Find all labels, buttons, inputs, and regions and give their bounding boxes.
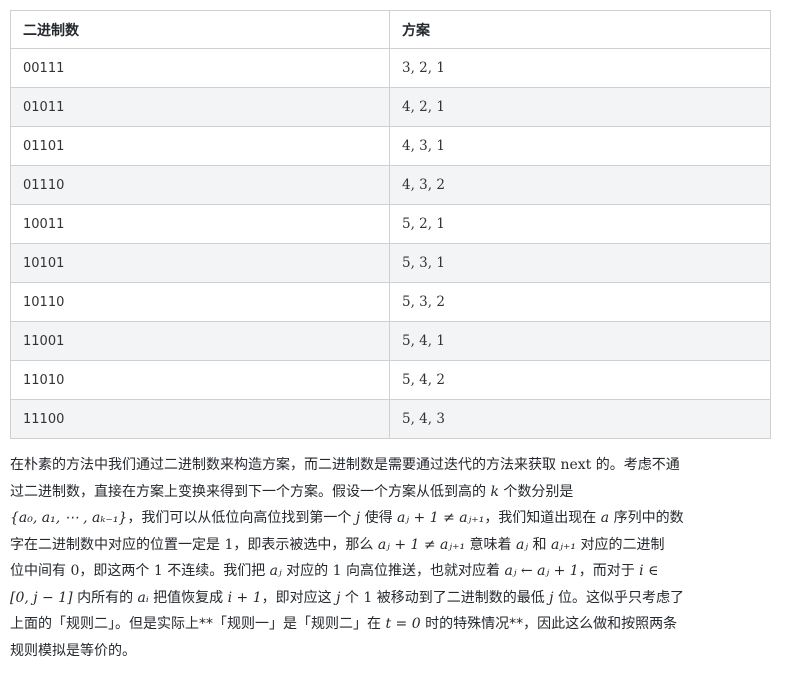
paragraph-line: 字在二进制数中对应的位置一定是 1，即表示被选中，那么 aⱼ + 1 ≠ aⱼ₊… xyxy=(10,532,772,559)
explanation-paragraph: 在朴素的方法中我们通过二进制数来构造方案，而二进制数是需要通过迭代的方法来获取 … xyxy=(10,452,772,664)
cell-binary: 01110 xyxy=(10,165,390,205)
cell-scheme: 5, 4, 1 xyxy=(389,321,771,361)
paragraph-text: 和 xyxy=(528,536,551,553)
paragraph-text: 内所有的 xyxy=(72,589,138,606)
paragraph-text: 规则模拟是等价的。 xyxy=(10,642,136,659)
cell-binary: 01011 xyxy=(10,87,390,127)
paragraph-text: 把值恢复成 xyxy=(148,589,228,606)
paragraph-line: 规则模拟是等价的。 xyxy=(10,638,772,665)
paragraph-line: [0, j − 1] 内所有的 aᵢ 把值恢复成 i + 1，即对应这 j 个 … xyxy=(10,585,772,612)
math-expression: a xyxy=(600,510,610,526)
paragraph-line: 上面的「规则二」。但是实际上**「规则一」是「规则二」在 t = 0 时的特殊情… xyxy=(10,611,772,638)
table-row: 01101 4, 3, 1 xyxy=(10,126,771,166)
math-expression: 1 xyxy=(332,563,342,579)
cell-scheme: 5, 2, 1 xyxy=(389,204,771,244)
paragraph-text: 时的特殊情况**，因此这么做和按照两条 xyxy=(420,616,678,632)
table-row: 10110 5, 3, 2 xyxy=(10,282,771,322)
paragraph-text: 上面的「规则二」。但是实际上**「规则一」是「规则二」在 xyxy=(10,616,386,632)
cell-scheme: 5, 4, 2 xyxy=(389,360,771,400)
table-row: 11001 5, 4, 1 xyxy=(10,321,771,361)
cell-scheme: 5, 3, 1 xyxy=(389,243,771,283)
cell-scheme: 4, 3, 1 xyxy=(389,126,771,166)
math-expression: 1 xyxy=(153,563,163,579)
paragraph-text: ，而对于 xyxy=(578,563,640,579)
table-row: 10011 5, 2, 1 xyxy=(10,204,771,244)
math-expression: next xyxy=(560,457,592,473)
table-row: 00111 3, 2, 1 xyxy=(10,48,771,88)
math-expression: aⱼ xyxy=(516,536,529,553)
table-header-row: 二进制数 方案 xyxy=(10,10,771,49)
cell-binary: 10101 xyxy=(10,243,390,283)
cell-binary: 11001 xyxy=(10,321,390,361)
cell-binary: 11010 xyxy=(10,360,390,400)
cell-binary: 11100 xyxy=(10,399,390,439)
paragraph-text: 过二进制数，直接在方案上变换来得到下一个方案。假设一个方案从低到高的 xyxy=(10,483,491,500)
cell-binary: 01101 xyxy=(10,126,390,166)
math-expression: {a₀, a₁, ⋯ , aₖ₋₁} xyxy=(10,510,128,526)
math-expression: aⱼ ← aⱼ + 1 xyxy=(504,563,579,579)
cell-scheme: 5, 3, 2 xyxy=(389,282,771,322)
header-scheme: 方案 xyxy=(389,10,771,49)
paragraph-text: 对应的二进制 xyxy=(576,536,665,553)
paragraph-line: {a₀, a₁, ⋯ , aₖ₋₁}，我们可以从低位向高位找到第一个 j 使得 … xyxy=(10,505,772,532)
paragraph-text: ，我们可以从低位向高位找到第一个 xyxy=(127,510,356,526)
cell-binary: 00111 xyxy=(10,48,390,88)
table-row: 11010 5, 4, 2 xyxy=(10,360,771,400)
math-expression: aⱼ + 1 ≠ aⱼ₊₁ xyxy=(377,536,466,553)
math-expression: [0, j − 1] xyxy=(10,589,73,606)
cell-binary: 10011 xyxy=(10,204,390,244)
math-expression: t = 0 xyxy=(385,616,421,632)
paragraph-text: ，我们知道出现在 xyxy=(484,510,601,526)
paragraph-text: 不连续。我们把 xyxy=(162,563,270,579)
table-row: 01110 4, 3, 2 xyxy=(10,165,771,205)
math-expression: k xyxy=(490,483,499,500)
paragraph-line: 过二进制数，直接在方案上变换来得到下一个方案。假设一个方案从低到高的 k 个数分… xyxy=(10,479,772,506)
paragraph-text: 使得 xyxy=(360,510,398,526)
paragraph-text: ，即这两个 xyxy=(79,563,154,579)
paragraph-text: 在朴素的方法中我们通过二进制数来构造方案，而二进制数是需要通过迭代的方法来获取 xyxy=(10,457,561,473)
cell-scheme: 3, 2, 1 xyxy=(389,48,771,88)
math-expression: aⱼ₊₁ xyxy=(550,536,576,553)
header-binary: 二进制数 xyxy=(10,10,390,49)
cell-scheme: 4, 3, 2 xyxy=(389,165,771,205)
paragraph-text: 个 xyxy=(340,589,364,606)
binary-scheme-table: 二进制数 方案 00111 3, 2, 1 01011 4, 2, 1 0110… xyxy=(10,10,771,439)
math-expression: aᵢ xyxy=(137,589,149,606)
table-row: 10101 5, 3, 1 xyxy=(10,243,771,283)
paragraph-text: 对应的 xyxy=(281,563,333,579)
math-expression: 1 xyxy=(363,589,373,606)
paragraph-text: 的。考虑不通 xyxy=(591,457,680,473)
paragraph-text: 个数分别是 xyxy=(498,483,574,500)
paragraph-text: 字在二进制数中对应的位置一定是 xyxy=(10,536,225,553)
content: 二进制数 方案 00111 3, 2, 1 01011 4, 2, 1 0110… xyxy=(10,10,771,439)
paragraph-text: 位中间有 xyxy=(10,563,71,579)
paragraph-text: 序列中的数 xyxy=(609,510,684,526)
math-expression: i + 1 xyxy=(227,589,262,606)
math-expression: aⱼ xyxy=(269,563,282,579)
paragraph-text: 被移动到了二进制数的最低 xyxy=(372,589,550,606)
paragraph-line: 在朴素的方法中我们通过二进制数来构造方案，而二进制数是需要通过迭代的方法来获取 … xyxy=(10,452,772,479)
cell-scheme: 4, 2, 1 xyxy=(389,87,771,127)
table-row: 01011 4, 2, 1 xyxy=(10,87,771,127)
paragraph-text: 向高位推送，也就对应着 xyxy=(341,563,505,579)
cell-scheme: 5, 4, 3 xyxy=(389,399,771,439)
paragraph-text: ，即表示被选中，那么 xyxy=(233,536,378,553)
math-expression: i ∈ xyxy=(639,563,659,579)
paragraph-text: ，即对应这 xyxy=(261,589,337,606)
cell-binary: 10110 xyxy=(10,282,390,322)
math-expression: aⱼ + 1 ≠ aⱼ₊₁ xyxy=(397,510,485,526)
table-row: 11100 5, 4, 3 xyxy=(10,399,771,439)
paragraph-line: 位中间有 0，即这两个 1 不连续。我们把 aⱼ 对应的 1 向高位推送，也就对… xyxy=(10,558,772,585)
paragraph-text: 意味着 xyxy=(465,536,516,553)
paragraph-text: 位。这似乎只考虑了 xyxy=(553,589,684,606)
